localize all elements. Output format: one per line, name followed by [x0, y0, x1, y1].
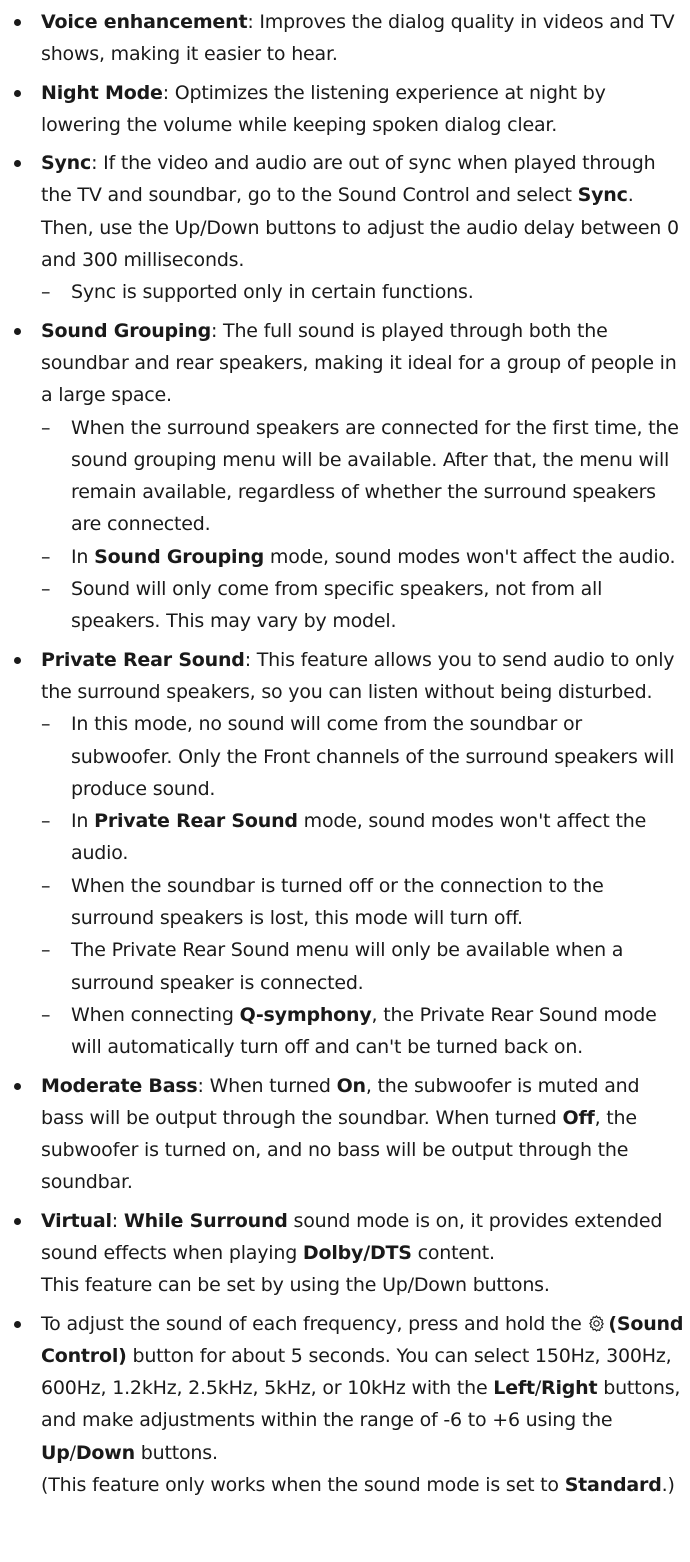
- item-bold: Dolby/DTS: [302, 1241, 412, 1264]
- note-bold: Private Rear Sound: [94, 810, 298, 833]
- note-item: When the surround speakers are connected…: [41, 412, 686, 541]
- note-item: Sound will only come from specific speak…: [41, 573, 686, 638]
- list-item-frequency-adjust: To adjust the sound of each frequency, p…: [14, 1308, 686, 1502]
- note-item: In this mode, no sound will come from th…: [41, 708, 686, 805]
- item-bold: Right: [541, 1377, 598, 1400]
- item-title: Sync: [41, 152, 92, 175]
- item-paragraph: (This feature only works when the sound …: [41, 1469, 686, 1501]
- list-item-private-rear-sound: Private Rear Sound: This feature allows …: [14, 644, 686, 1064]
- sub-notes: Sync is supported only in certain functi…: [41, 276, 686, 309]
- list-item-virtual: Virtual: While Surround sound mode is on…: [14, 1205, 686, 1302]
- note-text: When connecting: [71, 1003, 240, 1026]
- sub-notes: In this mode, no sound will come from th…: [41, 708, 686, 1063]
- feature-list: Voice enhancement: Improves the dialog q…: [14, 6, 686, 1501]
- note-text: In: [71, 545, 95, 568]
- sub-notes: When the surround speakers are connected…: [41, 412, 686, 638]
- item-text: (This feature only works when the sound …: [41, 1474, 565, 1497]
- note-bold: Q-symphony: [239, 1003, 372, 1026]
- list-item-moderate-bass: Moderate Bass: When turned On, the subwo…: [14, 1070, 686, 1199]
- item-bold: Down: [75, 1441, 135, 1464]
- item-bold: Standard: [564, 1474, 662, 1497]
- item-title: Moderate Bass: [41, 1074, 198, 1097]
- note-item: When the soundbar is turned off or the c…: [41, 870, 686, 935]
- item-text: To adjust the sound of each frequency, p…: [41, 1312, 588, 1335]
- note-text: mode, sound modes won't affect the audio…: [264, 545, 676, 568]
- item-text: .): [661, 1474, 675, 1497]
- note-item: The Private Rear Sound menu will only be…: [41, 934, 686, 999]
- manual-page: Voice enhancement: Improves the dialog q…: [0, 0, 690, 1501]
- item-bold: While Surround: [123, 1209, 288, 1232]
- list-item-voice-enhancement: Voice enhancement: Improves the dialog q…: [14, 6, 686, 71]
- note-bold: Sound Grouping: [94, 545, 265, 568]
- item-title: Night Mode: [41, 81, 163, 104]
- item-text: : When turned: [197, 1074, 337, 1097]
- item-text: buttons.: [134, 1441, 218, 1464]
- item-text: content.: [411, 1241, 495, 1264]
- item-title: Voice enhancement: [41, 11, 248, 33]
- item-bold: On: [336, 1074, 366, 1097]
- item-line: This feature can be set by using the Up/…: [41, 1274, 550, 1297]
- list-item-sync: Sync: If the video and audio are out of …: [14, 147, 686, 309]
- item-text: : If the video and audio are out of sync…: [41, 152, 656, 207]
- item-text: :: [111, 1209, 124, 1232]
- note-text: In: [71, 810, 95, 833]
- item-bold: Off: [562, 1106, 595, 1129]
- item-bold: Left: [493, 1377, 535, 1400]
- list-item-sound-grouping: Sound Grouping: The full sound is played…: [14, 315, 686, 638]
- note-item: When connecting Q-symphony, the Private …: [41, 999, 686, 1064]
- note-item: In Sound Grouping mode, sound modes won'…: [41, 541, 686, 574]
- item-bold: Sync: [577, 184, 628, 207]
- item-bold: Up: [41, 1441, 70, 1464]
- item-title: Virtual: [41, 1209, 112, 1232]
- list-item-night-mode: Night Mode: Optimizes the listening expe…: [14, 77, 686, 142]
- note-item: Sync is supported only in certain functi…: [41, 276, 686, 309]
- note-item: In Private Rear Sound mode, sound modes …: [41, 805, 686, 870]
- item-title: Private Rear Sound: [41, 648, 245, 671]
- item-title: Sound Grouping: [41, 319, 211, 342]
- gear-icon: [589, 1315, 605, 1332]
